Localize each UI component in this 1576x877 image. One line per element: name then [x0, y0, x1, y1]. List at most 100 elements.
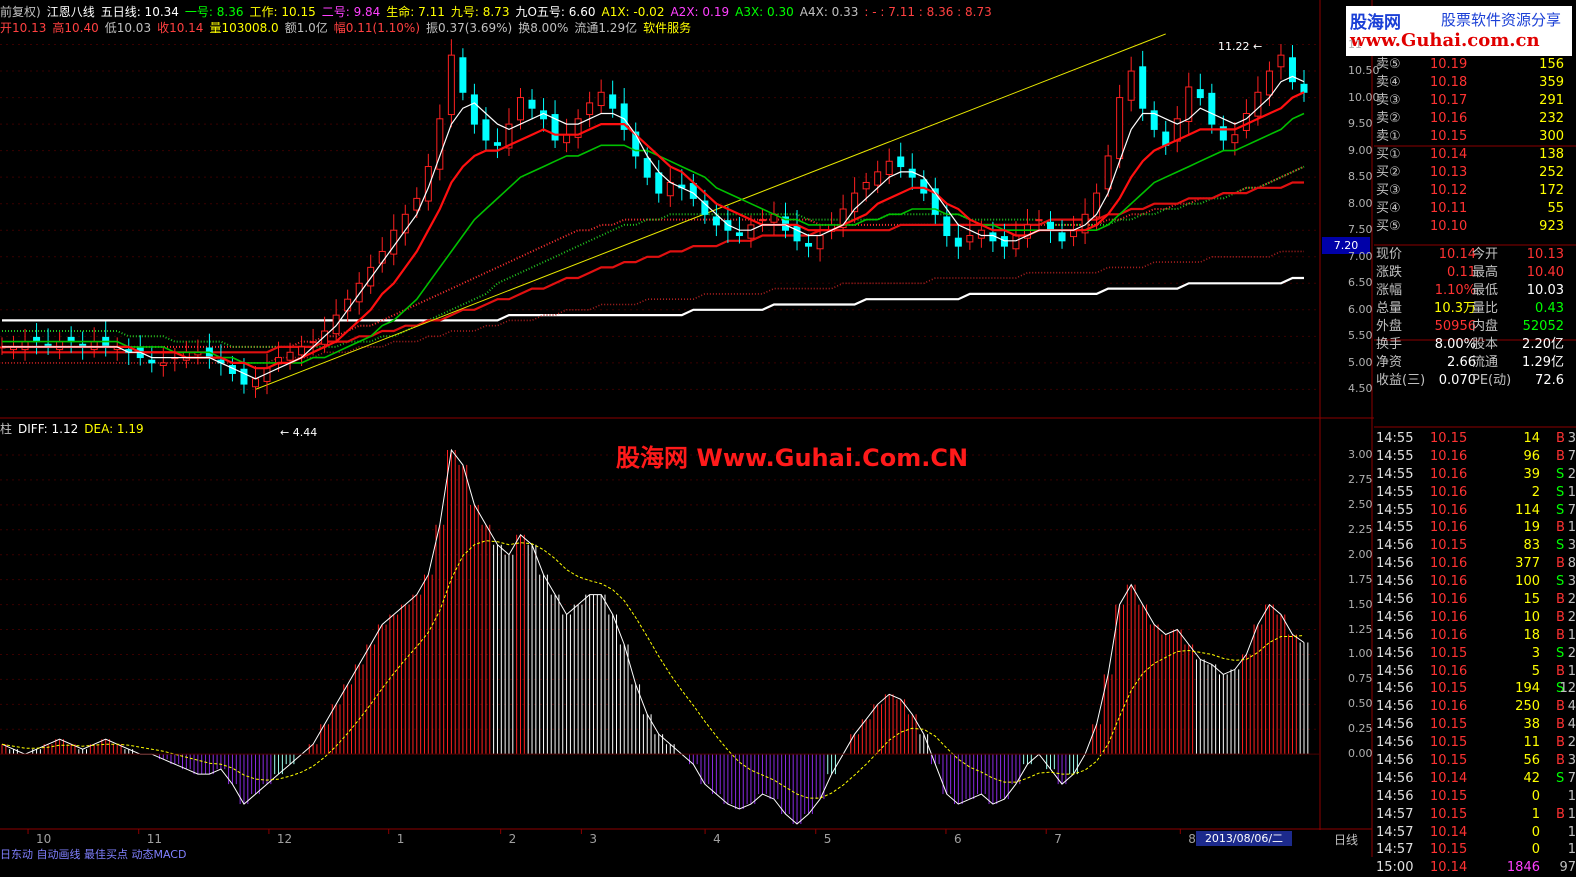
stat-label: 股本: [1472, 337, 1499, 352]
diff-line: [1, 448, 1305, 825]
order-volume: 923: [1539, 219, 1564, 234]
order-level: 卖④: [1376, 75, 1401, 90]
tick-side: B: [1556, 627, 1565, 643]
candle-body: [332, 314, 340, 335]
macd-tick-label: 1.00: [1348, 647, 1373, 661]
stat-label: 最低: [1472, 283, 1499, 298]
indicator-value-9: A1X: -0.02: [601, 5, 665, 19]
stat-label: 量比: [1472, 301, 1499, 316]
site-logo[interactable]: 股海网 股票软件资源分享 www.Guhai.com.cn: [1346, 6, 1572, 56]
candle-body: [1012, 235, 1020, 250]
indicator-value-2: 五日线: 10.34: [100, 5, 179, 19]
candle-body: [21, 341, 29, 351]
indicator-tabs[interactable]: 日东动 自动画线 最佳买点 动态MACD: [0, 846, 186, 862]
tick-side: B: [1556, 717, 1565, 733]
tick-count: 1: [1567, 627, 1576, 643]
logo-url: www.Guhai.com.cn: [1350, 30, 1540, 51]
tick-count: 1: [1567, 484, 1576, 500]
tick-count: 7: [1567, 448, 1576, 464]
tick-time: 14:56: [1376, 574, 1414, 590]
tick-row: 14:56 10.16 377 B 8: [1374, 555, 1576, 573]
order-book-row: 卖③ 10.17 291: [1374, 92, 1576, 110]
stat-row: 收益(三) 0.070 PE(动) 72.6: [1374, 372, 1576, 390]
stat-label: 今开: [1472, 247, 1499, 262]
macd-tick-label: 0.50: [1348, 697, 1373, 711]
price-tick-label: 7.50: [1348, 223, 1373, 237]
stat-label: 换手: [1376, 337, 1403, 352]
tick-row: 14:56 10.16 15 B 2: [1374, 591, 1576, 609]
order-price: 10.10: [1430, 219, 1468, 234]
candle-body: [643, 158, 651, 178]
tick-row: 14:56 10.15 194 S 12: [1374, 680, 1576, 698]
candle-body: [793, 225, 801, 242]
price-tick-label: 5.00: [1348, 355, 1373, 369]
price-grid: [0, 44, 1320, 390]
tick-volume: 42: [1523, 770, 1540, 786]
quote-legend-row: 开10.13 高10.40 低10.03 收10.14 量103008.0 额1.0亿 幅0…: [0, 20, 697, 36]
watermark-text: 股海网 Www.Guhai.Com.CN: [616, 444, 969, 472]
stat-value: 52052: [1522, 319, 1564, 334]
tick-count: 3: [1567, 753, 1576, 769]
stat-value: 0.43: [1535, 301, 1564, 316]
macd-tick-label: 1.75: [1348, 572, 1373, 586]
candle-body: [735, 232, 743, 237]
tick-price: 10.16: [1430, 448, 1468, 464]
tick-time: 14:56: [1376, 556, 1414, 572]
order-level: 买①: [1376, 147, 1401, 162]
price-tick-label: 7.00: [1348, 249, 1373, 263]
tick-time: 14:56: [1376, 538, 1414, 554]
price-tick-label: 11: [1348, 37, 1362, 51]
price-plot: [0, 33, 1308, 398]
candle-body: [805, 242, 813, 247]
candle-body: [954, 237, 962, 247]
indicator-value-8: 九O五号: 6.60: [515, 5, 596, 19]
candle-body: [897, 156, 905, 168]
tick-price: 10.16: [1430, 520, 1468, 536]
candle-body: [424, 166, 432, 202]
tick-price: 10.14: [1430, 770, 1468, 786]
tick-price: 10.14: [1430, 860, 1468, 876]
candle-body: [459, 57, 467, 93]
tick-volume: 1846: [1506, 860, 1540, 876]
tick-price: 10.16: [1430, 592, 1468, 608]
macd-tick-label: 3.00: [1348, 447, 1373, 461]
month-label: 12: [276, 832, 293, 846]
indicator-value-0: 前复权): [0, 5, 41, 19]
candle-body: [586, 102, 594, 116]
logo-slogan: 股票软件资源分享: [1441, 11, 1562, 29]
tick-row: 14:56 10.15 0 1: [1374, 788, 1576, 806]
month-label: 8: [1188, 832, 1196, 846]
candle-body: [240, 368, 248, 385]
candle-body: [655, 172, 663, 194]
candle-body: [367, 266, 375, 287]
order-book-row: 买③ 10.12 172: [1374, 182, 1576, 200]
quote-value-10: 软件服务: [643, 21, 692, 35]
tick-price: 10.15: [1430, 806, 1468, 822]
tick-volume: 11: [1523, 735, 1540, 751]
candle-body: [355, 282, 363, 303]
period-selector[interactable]: 日线: [1334, 831, 1358, 848]
tick-list[interactable]: 14:55 10.15 14 B 3 14:55 10.16 96 B 7 14:55 10.16 39…: [1374, 430, 1576, 877]
tick-count: 1: [1567, 806, 1576, 822]
chart-canvas: [0, 0, 1576, 857]
tick-count: 2: [1567, 609, 1576, 625]
tick-volume: 250: [1515, 699, 1540, 715]
month-label: 7: [1054, 832, 1062, 846]
tick-time: 14:56: [1376, 717, 1414, 733]
candle-body: [1047, 221, 1055, 231]
tick-side: B: [1556, 663, 1565, 679]
candle-body: [563, 134, 571, 144]
tick-count: 12: [1559, 681, 1576, 697]
candle-body: [862, 181, 870, 190]
stat-value: 50956: [1434, 319, 1476, 334]
tick-side: S: [1556, 574, 1565, 590]
tick-count: 1: [1567, 824, 1576, 840]
tick-count: 1: [1567, 520, 1576, 536]
indicator-value-4: 工作: 10.15: [249, 5, 316, 19]
stat-row: 涨幅 1.10% 最低 10.03: [1374, 282, 1576, 300]
month-label: 11: [146, 832, 162, 846]
stat-value: 10.03: [1526, 283, 1564, 298]
macd-value-2: DEA: 1.19: [84, 422, 144, 436]
stat-row: 换手 8.00% 股本 2.20亿: [1374, 336, 1576, 354]
stat-label: 外盘: [1376, 319, 1403, 334]
